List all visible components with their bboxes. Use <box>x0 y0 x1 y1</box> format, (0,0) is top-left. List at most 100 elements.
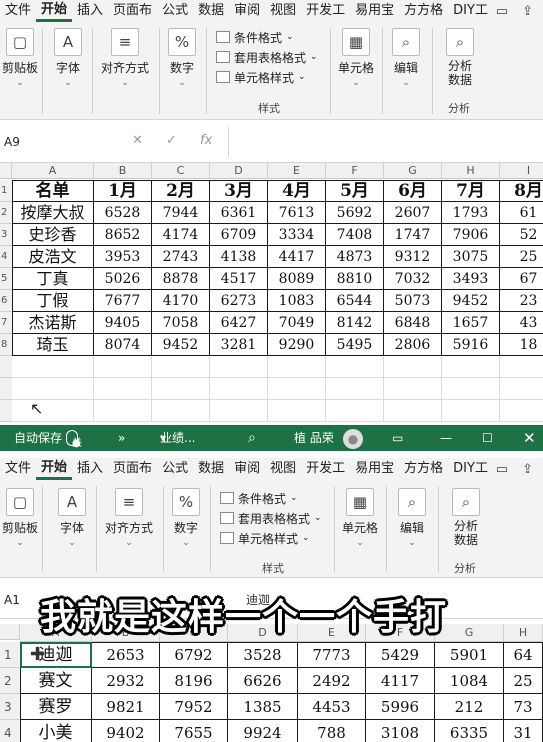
table-cell[interactable]: 61 <box>500 202 543 224</box>
table-cell[interactable]: 1657 <box>442 312 500 334</box>
tab-9[interactable]: 易用宝 <box>350 458 399 480</box>
table-cell[interactable]: 1793 <box>442 202 500 224</box>
header-cell[interactable]: 名单 <box>12 180 94 202</box>
row-header[interactable]: 5 <box>0 268 12 290</box>
table-cell[interactable]: 4170 <box>152 290 210 312</box>
table-cell[interactable]: 2743 <box>152 246 210 268</box>
empty-cell[interactable] <box>384 378 442 400</box>
table-format-button[interactable]: 套用表格格式 ⌄ <box>220 508 322 528</box>
edit-group[interactable]: ⌕ 编辑 ⌄ <box>388 28 424 88</box>
edit-group[interactable]: ⌕ 编辑 ⌄ <box>394 488 430 548</box>
table-cell[interactable]: 18 <box>500 334 543 356</box>
header-cell[interactable]: 6月 <box>384 180 442 202</box>
table-cell[interactable]: 3528 <box>228 642 298 668</box>
table-cell[interactable]: 2607 <box>384 202 442 224</box>
tab-5[interactable]: 数据 <box>193 0 229 22</box>
table-cell[interactable]: 4873 <box>326 246 384 268</box>
table-cell[interactable]: 2492 <box>298 668 366 694</box>
bottom-sheet-grid[interactable]: A B C D E F G H 1 2 3 4 迪迦 2653 6792 3528 7773 5429 5901 64… <box>0 624 543 742</box>
comment-icon[interactable]: ▭ <box>496 4 508 19</box>
table-cell[interactable]: 4138 <box>210 246 268 268</box>
empty-cell[interactable] <box>94 356 152 378</box>
header-cell[interactable]: 8月 <box>500 180 543 202</box>
table-cell[interactable]: 6427 <box>210 312 268 334</box>
minimize-icon[interactable]: — <box>440 425 452 451</box>
analyze-group[interactable]: ⌕ 分析数据 <box>442 28 478 87</box>
avatar[interactable]: ● <box>343 429 363 449</box>
fx-icon[interactable]: fx <box>200 133 212 148</box>
header-cell[interactable]: 2月 <box>152 180 210 202</box>
table-cell[interactable]: 25 <box>500 246 543 268</box>
table-cell[interactable]: 5996 <box>366 694 435 720</box>
empty-cell[interactable] <box>12 378 94 400</box>
table-cell[interactable]: 23 <box>500 290 543 312</box>
tab-0[interactable]: 文件 <box>0 0 36 22</box>
empty-cell[interactable] <box>210 356 268 378</box>
table-cell[interactable]: 赛文 <box>20 668 92 694</box>
table-cell[interactable]: 3108 <box>366 720 435 742</box>
tab-4[interactable]: 公式 <box>157 0 193 22</box>
table-cell[interactable]: 9402 <box>92 720 160 742</box>
empty-cell[interactable] <box>268 356 326 378</box>
column-header[interactable]: D <box>210 163 268 179</box>
ribbon-display-icon[interactable]: ▭ <box>392 425 403 451</box>
table-cell[interactable]: 7677 <box>94 290 152 312</box>
column-header[interactable]: G <box>384 163 442 179</box>
table-cell[interactable]: 杰诺斯 <box>12 312 94 334</box>
table-cell[interactable]: 1747 <box>384 224 442 246</box>
share-icon[interactable]: ⇪ <box>522 462 533 477</box>
analyze-group[interactable]: ⌕ 分析数据 <box>448 488 484 547</box>
row-header[interactable]: 1 <box>0 180 12 202</box>
table-cell[interactable]: 8652 <box>94 224 152 246</box>
column-header[interactable]: F <box>326 163 384 179</box>
row-header[interactable]: 1 <box>0 642 20 668</box>
empty-cell[interactable] <box>326 400 384 422</box>
clipboard-group[interactable]: ▢ 剪贴板 ⌄ <box>2 488 38 548</box>
table-cell[interactable]: 9821 <box>92 694 160 720</box>
user-name[interactable]: 植 品荣 <box>294 425 334 451</box>
cell-style-button[interactable]: 单元格样式 ⌄ <box>216 67 318 87</box>
tab-2[interactable]: 插入 <box>72 458 108 480</box>
tab-3[interactable]: 页面布 <box>108 0 157 22</box>
empty-cell[interactable] <box>94 378 152 400</box>
header-cell[interactable]: 7月 <box>442 180 500 202</box>
tab-9[interactable]: 易用宝 <box>350 0 399 22</box>
cancel-icon[interactable]: ✕ <box>132 133 143 148</box>
table-cell[interactable]: 9452 <box>442 290 500 312</box>
header-cell[interactable]: 4月 <box>268 180 326 202</box>
tab-1[interactable]: 开始 <box>36 0 73 22</box>
row-header[interactable]: 3 <box>0 694 20 720</box>
table-cell[interactable]: 6848 <box>384 312 442 334</box>
table-cell[interactable]: 7655 <box>160 720 228 742</box>
empty-cell[interactable] <box>12 356 94 378</box>
empty-cell[interactable] <box>500 356 543 378</box>
cell-style-button[interactable]: 单元格样式 ⌄ <box>220 528 322 548</box>
tab-11[interactable]: DIY工 <box>448 458 493 480</box>
table-cell[interactable]: 7944 <box>152 202 210 224</box>
table-cell[interactable]: 3953 <box>94 246 152 268</box>
tab-10[interactable]: 方方格 <box>399 458 448 480</box>
table-cell[interactable]: 9924 <box>228 720 298 742</box>
table-cell[interactable]: 6361 <box>210 202 268 224</box>
clipboard-group[interactable]: ▢ 剪贴板 ⌄ <box>2 28 38 88</box>
row-header[interactable]: 2 <box>0 202 12 224</box>
table-cell[interactable]: 6335 <box>435 720 504 742</box>
tab-8[interactable]: 开发工 <box>301 458 350 480</box>
table-cell[interactable]: 6792 <box>160 642 228 668</box>
align-group[interactable]: ≡ 对齐方式 ⌄ <box>97 28 153 88</box>
table-cell[interactable]: 73 <box>504 694 543 720</box>
table-cell[interactable]: 2806 <box>384 334 442 356</box>
tab-3[interactable]: 页面布 <box>108 458 157 480</box>
close-icon[interactable]: ✕ <box>523 425 536 451</box>
confirm-icon[interactable]: ✓ <box>166 133 177 148</box>
table-cell[interactable]: 212 <box>435 694 504 720</box>
table-cell[interactable]: 7408 <box>326 224 384 246</box>
table-cell[interactable]: 2932 <box>92 668 160 694</box>
column-header[interactable]: H <box>442 163 500 179</box>
table-cell[interactable]: 3493 <box>442 268 500 290</box>
table-cell[interactable]: 1084 <box>435 668 504 694</box>
table-cell[interactable]: 6626 <box>228 668 298 694</box>
table-cell[interactable]: 3334 <box>268 224 326 246</box>
table-cell[interactable]: 6528 <box>94 202 152 224</box>
header-cell[interactable]: 5月 <box>326 180 384 202</box>
